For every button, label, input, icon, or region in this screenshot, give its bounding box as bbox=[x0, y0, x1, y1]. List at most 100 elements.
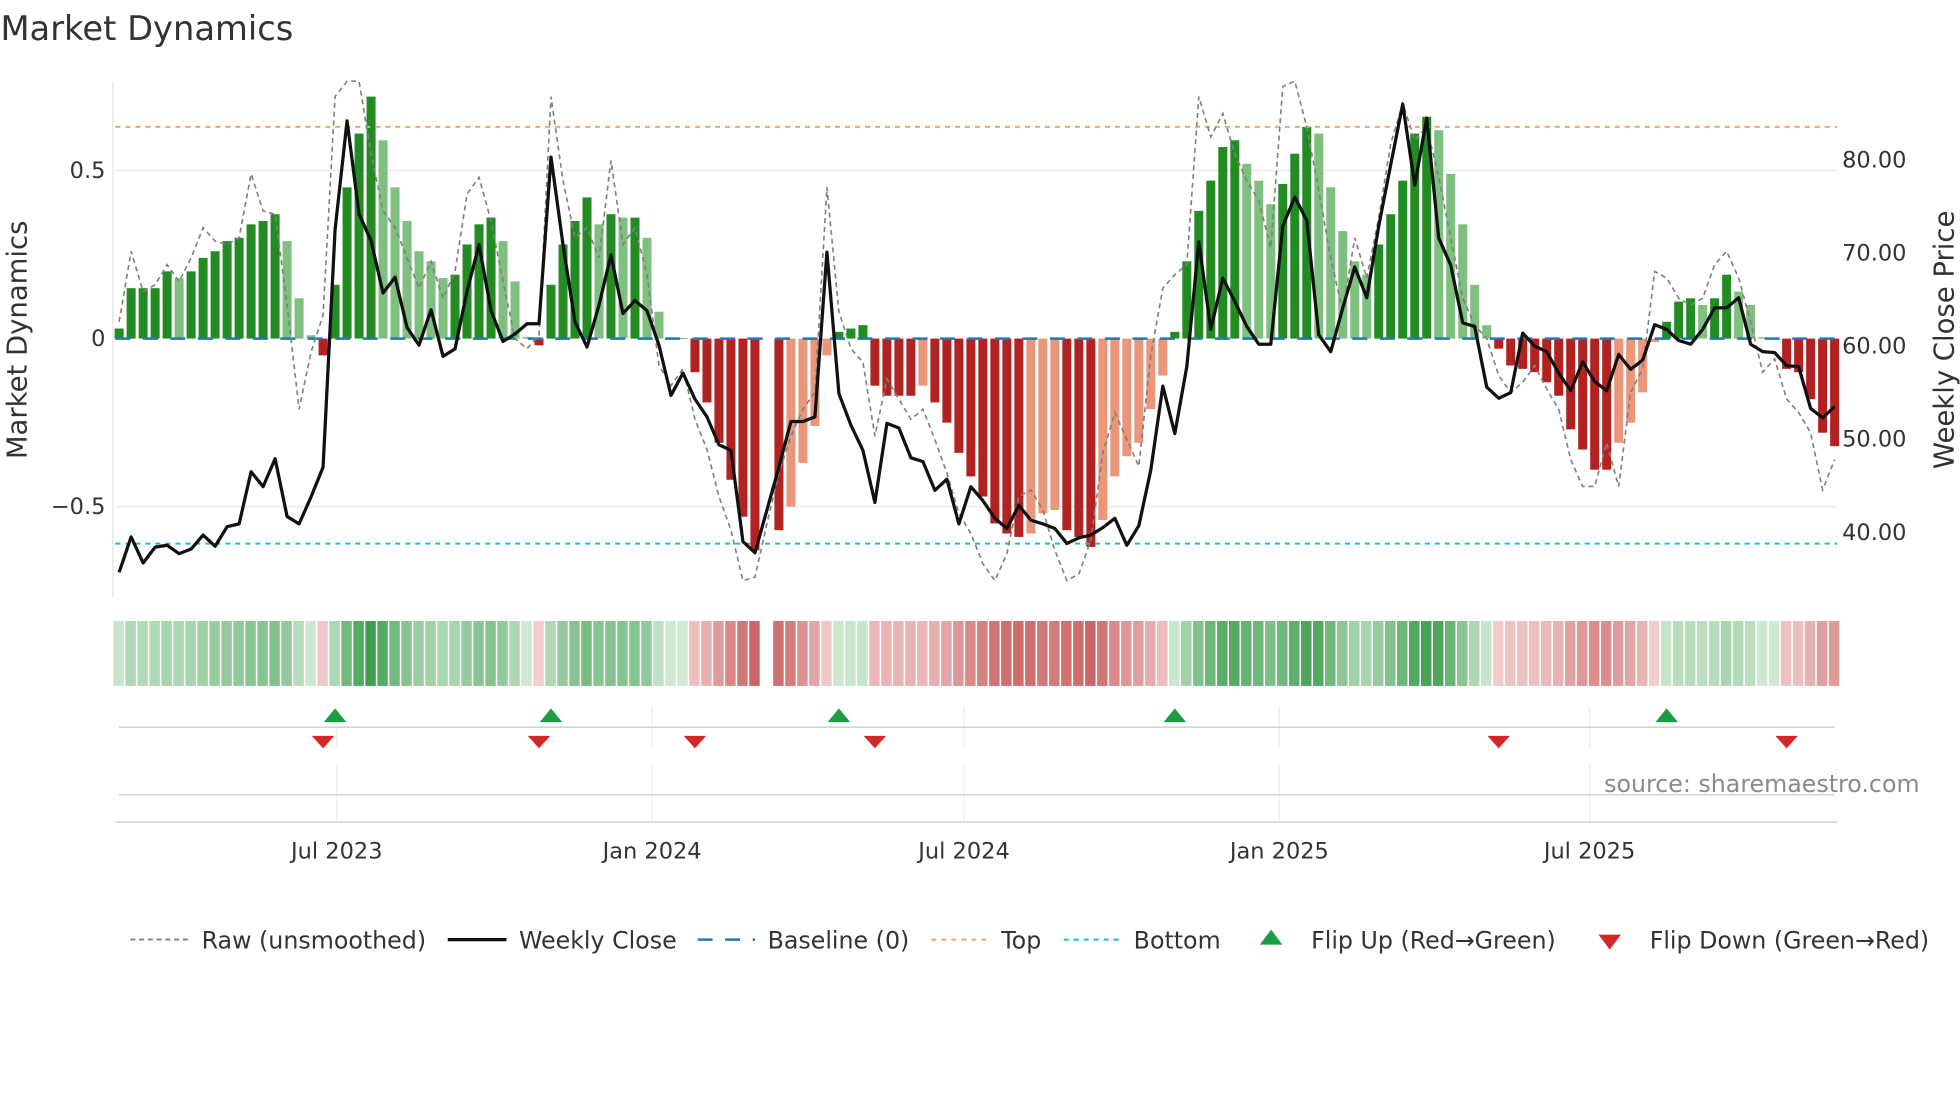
bar-week-86 bbox=[1146, 338, 1156, 410]
legend-item-top: Top bbox=[931, 926, 1041, 954]
heat-cell-week-102 bbox=[1337, 620, 1348, 686]
legend-item-flip_up: Flip Up (Red→Green) bbox=[1259, 926, 1556, 954]
legend-label: Bottom bbox=[1134, 926, 1221, 954]
bar-week-63 bbox=[870, 338, 880, 386]
x-tick-label: Jul 2025 bbox=[1542, 838, 1635, 864]
heat-cell-week-91 bbox=[1205, 620, 1216, 686]
bar-week-107 bbox=[1398, 180, 1408, 339]
heat-cell-week-92 bbox=[1217, 620, 1228, 686]
y-tick-right: 80.00 bbox=[1842, 147, 1906, 173]
bar-week-9 bbox=[222, 241, 232, 339]
bar-week-123 bbox=[1590, 338, 1600, 470]
heat-cell-week-122 bbox=[1576, 620, 1588, 686]
bar-week-4 bbox=[162, 271, 172, 339]
bar-week-20 bbox=[354, 133, 364, 339]
heat-cell-week-31 bbox=[485, 620, 496, 686]
heat-cell-week-55 bbox=[773, 620, 784, 686]
flip-markers-panel bbox=[115, 707, 1838, 823]
legend-item-baseline: Baseline (0) bbox=[697, 926, 909, 954]
heat-cell-week-65 bbox=[893, 620, 904, 686]
legend-flip-down-icon bbox=[1598, 934, 1621, 950]
flip-down-marker bbox=[527, 735, 551, 749]
source-text: source: sharemaestro.com bbox=[1604, 770, 1919, 798]
flip-down-marker bbox=[863, 735, 887, 749]
bar-week-23 bbox=[390, 187, 400, 339]
bar-week-92 bbox=[1218, 147, 1228, 339]
flip-down-marker bbox=[1775, 735, 1798, 749]
flip-up-marker bbox=[323, 708, 347, 723]
heat-cell-week-51 bbox=[725, 620, 736, 686]
bar-week-68 bbox=[930, 338, 940, 403]
heat-cell-week-113 bbox=[1468, 620, 1480, 686]
heat-cell-week-32 bbox=[497, 620, 508, 686]
heat-cell-week-21 bbox=[365, 620, 376, 686]
heat-cell-week-134 bbox=[1720, 620, 1732, 686]
heat-cell-week-5 bbox=[173, 620, 184, 686]
bar-week-12 bbox=[258, 220, 268, 339]
heat-cell-week-136 bbox=[1744, 620, 1756, 686]
heat-cell-week-142 bbox=[1816, 620, 1828, 686]
bar-week-66 bbox=[906, 338, 916, 396]
heat-cell-week-63 bbox=[869, 620, 880, 686]
bar-week-10 bbox=[234, 237, 244, 339]
bar-week-70 bbox=[954, 338, 964, 453]
flip-up-marker bbox=[1655, 708, 1678, 723]
bar-week-17 bbox=[318, 338, 328, 356]
heat-cell-week-37 bbox=[557, 620, 568, 686]
market-dynamics-chart: Market Dynamics 0.5 0 −0.5 80.00 70.00 60.00 5… bbox=[0, 9, 1960, 954]
legend: Raw (unsmoothed) Weekly Close Baseline (0)… bbox=[130, 926, 1929, 954]
heat-cell-week-53 bbox=[749, 620, 760, 686]
heat-cell-week-70 bbox=[953, 620, 964, 686]
y-axis-label-right: Weekly Close Price bbox=[1928, 211, 1960, 469]
bar-week-67 bbox=[918, 338, 928, 386]
heat-cell-week-125 bbox=[1612, 620, 1624, 686]
bar-week-95 bbox=[1254, 180, 1264, 339]
heat-cell-week-48 bbox=[689, 620, 700, 686]
bar-week-98 bbox=[1290, 153, 1300, 339]
bar-week-81 bbox=[1086, 338, 1096, 547]
bar-week-71 bbox=[966, 338, 976, 477]
bar-week-69 bbox=[942, 338, 952, 423]
bar-week-114 bbox=[1482, 325, 1492, 339]
heat-cell-week-28 bbox=[449, 620, 460, 686]
heat-cell-week-115 bbox=[1492, 620, 1504, 686]
heat-cell-week-139 bbox=[1780, 620, 1792, 686]
regime-heatmap-strip bbox=[113, 620, 1840, 686]
legend-label: Flip Down (Green→Red) bbox=[1650, 926, 1929, 954]
heat-cell-week-79 bbox=[1061, 620, 1072, 686]
bar-week-21 bbox=[366, 96, 376, 339]
legend-item-raw: Raw (unsmoothed) bbox=[130, 926, 426, 954]
heat-cell-week-75 bbox=[1013, 620, 1024, 686]
heat-cell-week-74 bbox=[1001, 620, 1012, 686]
heat-cell-week-110 bbox=[1432, 620, 1444, 686]
bar-week-94 bbox=[1242, 163, 1252, 339]
bar-week-124 bbox=[1602, 338, 1612, 470]
bar-week-141 bbox=[1806, 338, 1816, 400]
bar-week-55 bbox=[774, 338, 784, 531]
heat-cell-week-112 bbox=[1456, 620, 1468, 686]
heat-cell-week-61 bbox=[845, 620, 856, 686]
bar-week-3 bbox=[150, 288, 160, 339]
heat-cell-week-77 bbox=[1037, 620, 1048, 686]
bar-week-5 bbox=[174, 278, 184, 339]
bar-week-122 bbox=[1578, 338, 1588, 450]
bar-week-0 bbox=[114, 328, 124, 339]
heat-cell-week-45 bbox=[653, 620, 664, 686]
heat-cell-week-34 bbox=[521, 620, 532, 686]
heat-cell-week-131 bbox=[1684, 620, 1696, 686]
flip-down-marker bbox=[683, 735, 707, 749]
heat-cell-week-7 bbox=[197, 620, 208, 686]
heat-cell-week-4 bbox=[161, 620, 172, 686]
bar-week-48 bbox=[690, 338, 700, 373]
bar-week-74 bbox=[1002, 338, 1012, 534]
legend-label: Weekly Close bbox=[519, 926, 677, 954]
bar-week-6 bbox=[186, 271, 196, 339]
bar-week-62 bbox=[858, 325, 868, 339]
y-tick-left: −0.5 bbox=[51, 494, 106, 520]
x-tick-label: Jan 2025 bbox=[1228, 838, 1329, 864]
bar-week-2 bbox=[138, 288, 148, 339]
bar-week-43 bbox=[630, 217, 640, 339]
heat-cell-week-128 bbox=[1648, 620, 1660, 686]
heat-cell-week-107 bbox=[1396, 620, 1408, 686]
heat-cell-week-101 bbox=[1325, 620, 1336, 686]
